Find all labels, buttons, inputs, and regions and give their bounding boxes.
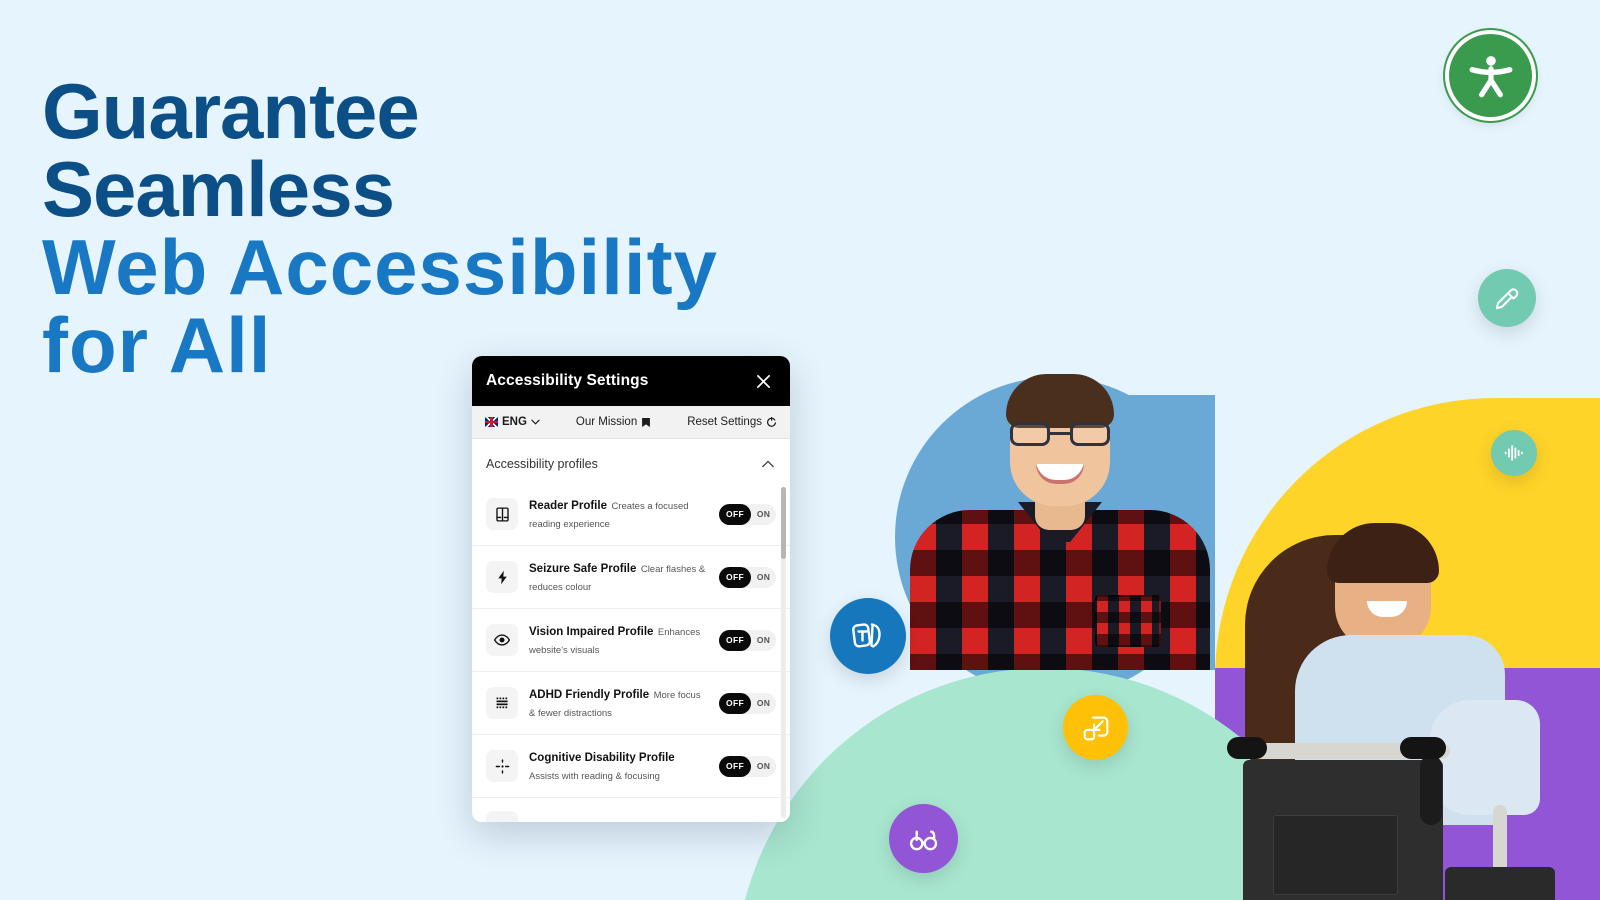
list-item[interactable]: ADHD Friendly Profile More focus & fewer…: [472, 671, 790, 734]
resize-content-icon: [1083, 716, 1108, 740]
profile-toggle[interactable]: OFF ON: [719, 755, 776, 777]
partial-profile-icon: [486, 811, 518, 822]
profile-name: ADHD Friendly Profile: [529, 689, 650, 701]
toggle-off-state: OFF: [719, 566, 751, 588]
woman-wheelchair-photo: [1215, 505, 1560, 900]
toggle-off-state: OFF: [719, 503, 751, 525]
panel-title: Accessibility Settings: [486, 372, 649, 389]
toggle-on-label: ON: [756, 509, 771, 519]
scrollbar-thumb[interactable]: [781, 487, 786, 559]
profile-name: Vision Impaired Profile: [529, 626, 654, 638]
profile-toggle[interactable]: OFF ON: [719, 692, 776, 714]
crosshair-icon: [486, 750, 518, 782]
list-item[interactable]: Seizure Safe Profile Clear flashes & red…: [472, 545, 790, 608]
sound-wave-bubble[interactable]: [1491, 430, 1537, 476]
toggle-off-state: OFF: [719, 755, 751, 777]
profile-text: ADHD Friendly Profile More focus & fewer…: [529, 685, 708, 721]
dyslexia-friendly-bubble[interactable]: [830, 598, 906, 674]
reset-settings-label: Reset Settings: [687, 416, 762, 428]
profile-toggle[interactable]: OFF ON: [719, 566, 776, 588]
panel-toolbar: ENG Our Mission Reset Settings: [472, 406, 790, 439]
toggle-on-label: ON: [756, 698, 771, 708]
list-item[interactable]: Vision Impaired Profile Enhances website…: [472, 608, 790, 671]
profiles-scroll-area: Reader Profile Creates a focused reading…: [472, 483, 790, 822]
refresh-icon: [767, 416, 777, 427]
profile-toggle[interactable]: OFF ON: [719, 503, 776, 525]
chevron-up-icon[interactable]: [762, 460, 774, 468]
toggle-on-label: ON: [756, 635, 771, 645]
uk-flag-icon: [485, 417, 498, 427]
profile-text: Cognitive Disability Profile Assists wit…: [529, 748, 708, 784]
color-picker-bubble[interactable]: [1478, 269, 1536, 327]
profile-name: Cognitive Disability Profile: [529, 752, 675, 764]
headline-line-1: Guarantee: [42, 67, 420, 155]
headline-line-2: Seamless: [42, 145, 395, 233]
sound-wave-icon: [1504, 445, 1523, 461]
reading-glasses-bubble[interactable]: [889, 804, 958, 873]
page-title: Guarantee Seamless Web Accessibility for…: [42, 72, 802, 384]
profile-text: Vision Impaired Profile Enhances website…: [529, 622, 708, 658]
profile-text: Reader Profile Creates a focused reading…: [529, 496, 708, 532]
resize-content-bubble[interactable]: [1063, 695, 1128, 760]
toggle-on-label: ON: [756, 572, 771, 582]
toggle-off-state: OFF: [719, 692, 751, 714]
language-selector[interactable]: ENG: [472, 416, 540, 428]
accessibility-profiles-section-header[interactable]: Accessibility profiles: [472, 439, 790, 483]
lightning-bolt-icon: [486, 561, 518, 593]
reading-glasses-icon: [909, 830, 937, 850]
our-mission-label: Our Mission: [575, 416, 638, 428]
chevron-down-icon: [531, 419, 540, 425]
profile-name: Seizure Safe Profile: [529, 563, 637, 575]
accessibility-profiles-label: Accessibility profiles: [486, 457, 598, 471]
our-mission-button[interactable]: Our Mission: [576, 416, 651, 428]
dyslexia-friendly-icon: [852, 623, 881, 648]
toggle-off-state: OFF: [719, 629, 751, 651]
eye-icon: [486, 624, 518, 656]
color-picker-icon: [1495, 288, 1519, 310]
accessibility-badge-button[interactable]: [1449, 34, 1532, 117]
man-plaid-shirt-photo: [900, 360, 1220, 670]
panel-header: Accessibility Settings: [472, 356, 790, 406]
reset-settings-button[interactable]: Reset Settings: [687, 416, 790, 428]
list-item[interactable]: [472, 797, 790, 822]
text-lines-icon: [486, 687, 518, 719]
profile-description: Assists with reading & focusing: [529, 771, 660, 782]
profiles-list: Reader Profile Creates a focused reading…: [472, 483, 790, 822]
profile-text: Seizure Safe Profile Clear flashes & red…: [529, 559, 708, 595]
accessibility-settings-panel: Accessibility Settings ENG Our Mission R…: [472, 356, 790, 822]
headline-line-3: Web Accessibility: [42, 223, 718, 311]
profile-toggle[interactable]: OFF ON: [719, 629, 776, 651]
book-save-icon: [642, 417, 651, 427]
toggle-on-label: ON: [756, 761, 771, 771]
list-item[interactable]: Reader Profile Creates a focused reading…: [472, 483, 790, 545]
language-label: ENG: [502, 416, 527, 428]
accessibility-person-icon: [1469, 55, 1512, 97]
list-item[interactable]: Cognitive Disability Profile Assists wit…: [472, 734, 790, 797]
profile-name: Reader Profile: [529, 500, 607, 512]
close-icon[interactable]: [750, 368, 776, 394]
book-icon: [486, 498, 518, 530]
